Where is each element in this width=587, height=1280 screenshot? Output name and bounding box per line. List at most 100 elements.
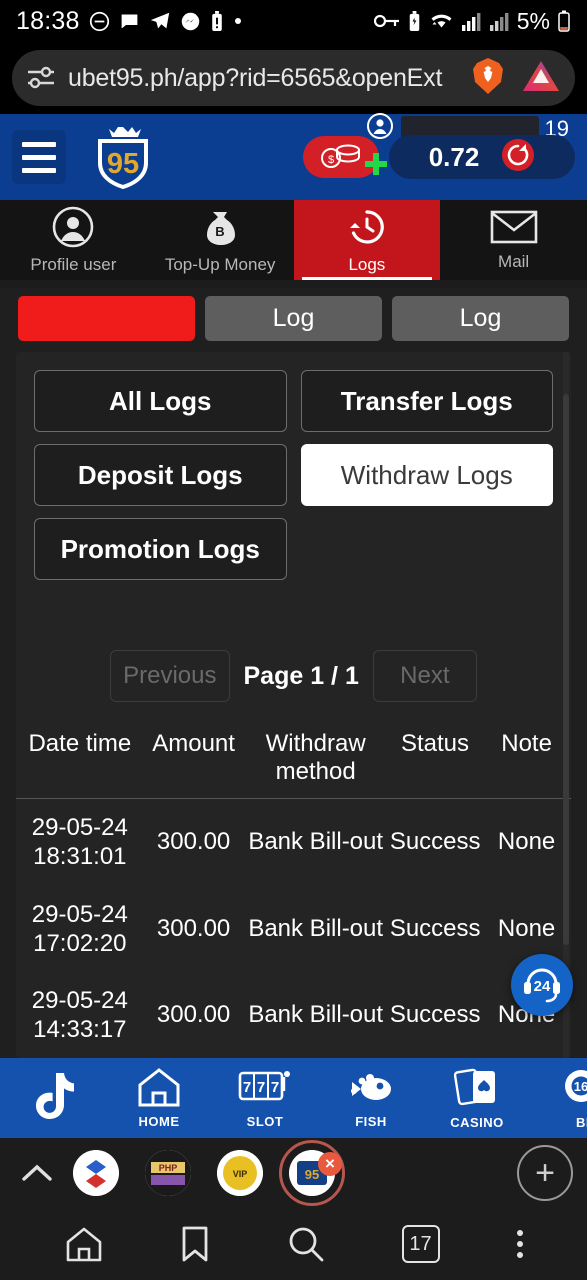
nav-item-slot[interactable]: 7 7 7 SLOT [212,1067,318,1129]
tab-label-top-up-money: Top-Up Money [164,254,276,274]
filter-all-logs[interactable]: All Logs [34,370,287,432]
dot-icon [233,16,243,26]
cell-status: Success [389,1001,481,1029]
balance-chip[interactable]: 0.72 [389,135,575,179]
new-tab-button[interactable]: + [517,1145,573,1201]
pagination-controls: Previous Page 1 / 1 Next [16,650,571,702]
cell-note: None [497,828,556,856]
site-header: 95 19 $ 0.72 [0,113,587,200]
nav-item-fish[interactable]: FISH [318,1067,424,1129]
do-not-disturb-icon [89,11,110,32]
partial-log-button-red[interactable] [18,296,195,341]
playing-cards-icon [453,1066,501,1113]
tab-profile-user[interactable]: Profile user [0,200,147,280]
filter-transfer-logs[interactable]: Transfer Logs [300,370,553,432]
bingo-ball-icon: 16 [559,1066,587,1113]
phone-screen: 18:38 5% ubet95.ph/app?rid=6565&openExt … [0,0,587,1280]
nav-label-home: HOME [138,1114,180,1129]
column-header-date-time: Date time [28,730,132,757]
partial-log-button-2[interactable]: Log [205,296,382,341]
nav-item-bingo[interactable]: 16 BI [530,1066,587,1130]
search-icon[interactable] [287,1225,325,1263]
bingo-badge-number: 16 [574,1079,587,1094]
logs-panel: All Logs Transfer Logs Deposit Logs With… [16,352,571,1058]
close-tab-icon[interactable]: × [318,1152,342,1176]
url-input[interactable]: ubet95.ph/app?rid=6565&openExt [12,50,575,106]
browser-home-icon[interactable] [65,1226,103,1262]
signal-icon [489,12,510,31]
messenger-icon [180,11,201,32]
cell-method: Bank Bill-out [248,1001,384,1029]
telegram-icon [149,10,171,32]
tab-top-up-money[interactable]: B Top-Up Money [147,200,294,280]
svg-text:$: $ [328,154,334,166]
cell-status: Success [389,914,481,942]
cell-amount: 300.00 [156,828,231,856]
previous-page-button[interactable]: Previous [110,650,230,702]
filter-withdraw-logs[interactable]: Withdraw Logs [300,444,553,506]
cell-date-time: 29-05-24 18:31:01 [31,814,128,871]
nav-item-tiktok[interactable] [0,1069,106,1128]
table-header: Date time Amount Withdraw method Status … [16,724,571,799]
nav-label-casino: CASINO [450,1115,504,1130]
ubet95-shield-logo[interactable]: 95 [92,121,154,194]
logs-content-area: Log Log All Logs Transfer Logs Deposit L… [0,288,587,1058]
tab-mail[interactable]: Mail [440,200,587,280]
nav-item-casino[interactable]: CASINO [424,1066,530,1130]
page-settings-icon[interactable] [26,65,56,91]
status-bar-right: 5% [373,8,571,35]
tab-favicon-2[interactable]: PHP [132,1150,204,1196]
brave-lion-icon[interactable] [467,55,509,102]
table-row[interactable]: 29-05-24 18:31:01 300.00 Bank Bill-out S… [16,799,571,886]
partial-scrolled-button-row: Log Log [0,288,587,344]
deposit-button[interactable]: $ [303,136,387,178]
column-header-note: Note [501,730,552,757]
tab-counter-button[interactable]: 17 [401,1225,440,1263]
url-text[interactable]: ubet95.ph/app?rid=6565&openExt [68,64,455,93]
slot-777-icon: 7 7 7 [238,1067,292,1112]
panel-scrollbar[interactable] [563,352,569,1058]
svg-text:PHP: PHP [159,1163,178,1173]
column-header-status: Status [400,730,470,757]
app-tab-bar: Profile user B Top-Up Money Logs Mail [0,200,587,280]
support-24-7-button[interactable]: 24 [511,954,573,1016]
column-header-amount: Amount [152,730,235,757]
filter-deposit-logs[interactable]: Deposit Logs [34,444,287,506]
brave-triangle-icon[interactable] [521,57,561,100]
chevron-up-icon[interactable] [14,1162,60,1184]
partial-log-button-3[interactable]: Log [392,296,569,341]
bookmark-icon[interactable] [180,1225,210,1263]
svg-text:VIP: VIP [233,1169,248,1179]
browser-tab-strip: PHP VIP 95 × + [0,1138,587,1208]
plus-icon [361,149,391,184]
svg-text:95: 95 [107,148,139,180]
table-body: 29-05-24 18:31:01 300.00 Bank Bill-out S… [16,799,571,1059]
envelope-icon [490,209,538,250]
home-icon [137,1067,181,1112]
refresh-icon[interactable] [501,138,535,177]
wifi-icon [429,11,454,31]
signal-icon [461,12,482,31]
table-row[interactable]: 29-05-24 14:33:17 300.00 Bank Bill-out S… [16,972,571,1058]
next-page-button[interactable]: Next [372,650,477,702]
withdraw-logs-table: Date time Amount Withdraw method Status … [16,724,571,1058]
cell-method: Bank Bill-out [248,914,384,942]
hamburger-menu-icon[interactable] [12,130,66,184]
tab-logs[interactable]: Logs [293,200,441,280]
profile-user-icon [52,206,94,253]
overflow-menu-icon[interactable] [516,1230,523,1258]
nav-item-home[interactable]: HOME [106,1067,212,1129]
tab-favicon-1[interactable] [60,1150,132,1196]
tab-favicon-ubet95[interactable]: 95 × [276,1140,348,1206]
cell-amount: 300.00 [156,1001,231,1029]
log-filter-group: All Logs Transfer Logs Deposit Logs With… [16,352,571,580]
browser-bottom-bar: 17 [0,1208,587,1280]
table-row[interactable]: 29-05-24 17:02:20 300.00 Bank Bill-out S… [16,886,571,973]
cell-method: Bank Bill-out [248,828,384,856]
support-label: 24 [534,978,551,995]
tab-favicon-3[interactable]: VIP [204,1150,276,1196]
browser-url-bar: ubet95.ph/app?rid=6565&openExt [0,42,587,114]
filter-promotion-logs[interactable]: Promotion Logs [34,518,287,580]
cell-status: Success [389,828,481,856]
status-bar-time: 18:38 [16,6,80,35]
